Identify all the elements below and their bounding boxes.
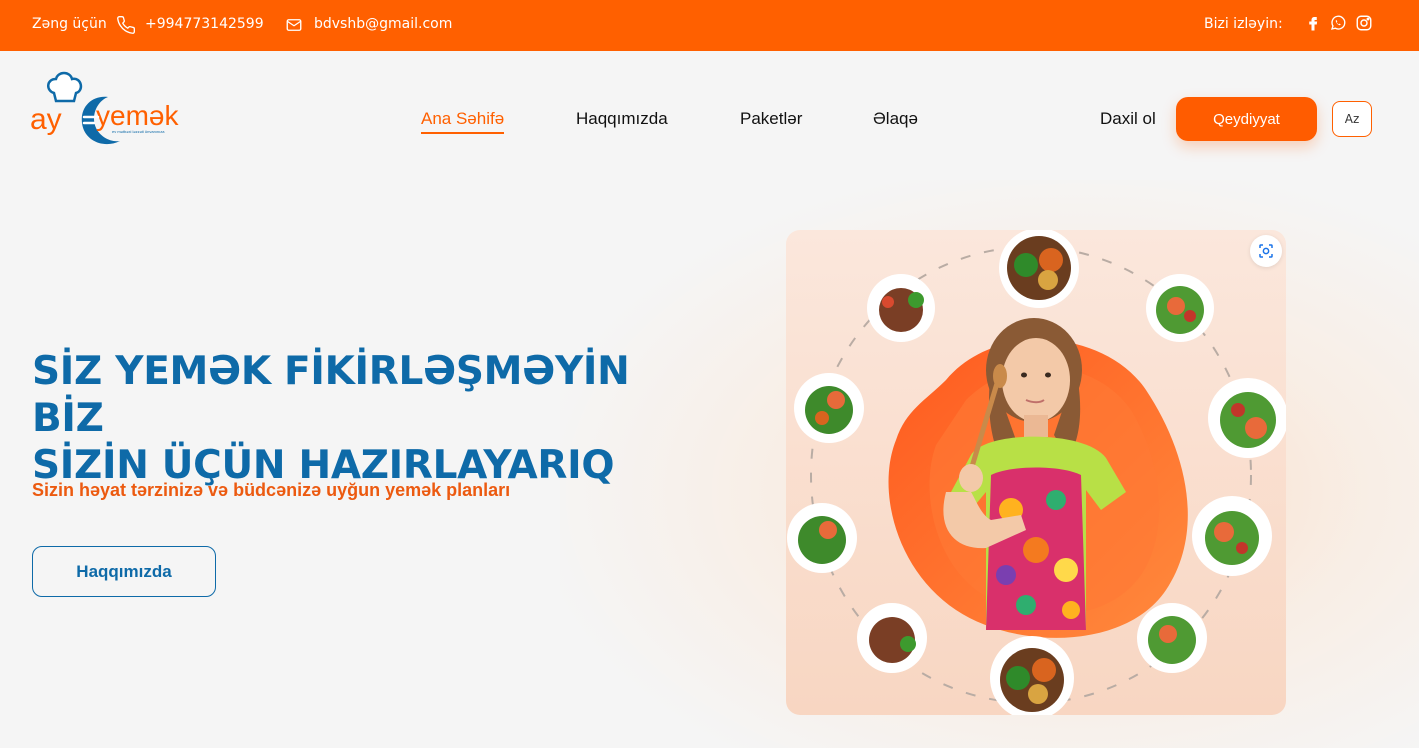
phone-icon	[117, 15, 136, 34]
plate-bottom-left	[857, 603, 927, 673]
plate-right-upper	[1208, 378, 1286, 458]
main-navbar: ay yemək ev mətbəxi ləzzəti ünvanınıza A…	[0, 51, 1419, 186]
hero-title-line1: SİZ YEMƏK FİKİRLƏŞMƏYİN BİZ	[32, 349, 630, 441]
plate-right-lower	[1192, 496, 1272, 576]
whatsapp-icon[interactable]	[1329, 14, 1347, 32]
plate-left-upper	[794, 373, 864, 443]
plate-bottom-right	[1137, 603, 1207, 673]
language-selector[interactable]: Az	[1332, 101, 1372, 137]
hero-subtitle: Sizin həyat tərzinizə və büdcənizə uyğun…	[32, 480, 511, 500]
facebook-icon[interactable]	[1304, 14, 1322, 32]
svg-text:ay: ay	[30, 103, 62, 136]
svg-text:ev mətbəxi ləzzəti ünvanınıza: ev mətbəxi ləzzəti ünvanınıza	[112, 129, 165, 134]
svg-text:yemək: yemək	[96, 100, 179, 131]
nav-home[interactable]: Ana Səhifə	[421, 109, 505, 134]
top-contact-bar: Zəng üçün +994773142599 bdvshb@gmail.com…	[0, 0, 1419, 51]
ay-yemek-logo[interactable]: ay yemək ev mətbəxi ləzzəti ünvanınıza	[30, 67, 180, 152]
hero-illustration	[786, 230, 1286, 715]
instagram-icon[interactable]	[1355, 14, 1373, 32]
phone-link[interactable]: +994773142599	[145, 16, 264, 32]
follow-label: Bizi izləyin:	[1204, 16, 1283, 32]
plate-top	[999, 230, 1079, 308]
hero-about-button[interactable]: Haqqımızda	[32, 546, 216, 597]
plate-top-left	[867, 274, 935, 342]
lens-icon	[1259, 244, 1273, 258]
mail-icon	[286, 19, 302, 31]
login-link[interactable]: Daxil ol	[1100, 109, 1156, 129]
chef-hat-icon	[47, 71, 83, 103]
register-button[interactable]: Qeydiyyat	[1176, 97, 1317, 141]
hero-title: SİZ YEMƏK FİKİRLƏŞMƏYİN BİZ SİZİN ÜÇÜN H…	[32, 348, 712, 489]
nav-contact[interactable]: Əlaqə	[873, 109, 918, 129]
email-link[interactable]: bdvshb@gmail.com	[314, 16, 452, 32]
plate-top-right	[1146, 274, 1214, 342]
nav-packages[interactable]: Paketlər	[740, 109, 802, 129]
visual-search-button[interactable]	[1250, 235, 1282, 267]
plate-left-lower	[787, 503, 857, 573]
call-label: Zəng üçün	[32, 16, 107, 32]
nav-about[interactable]: Haqqımızda	[576, 109, 668, 129]
